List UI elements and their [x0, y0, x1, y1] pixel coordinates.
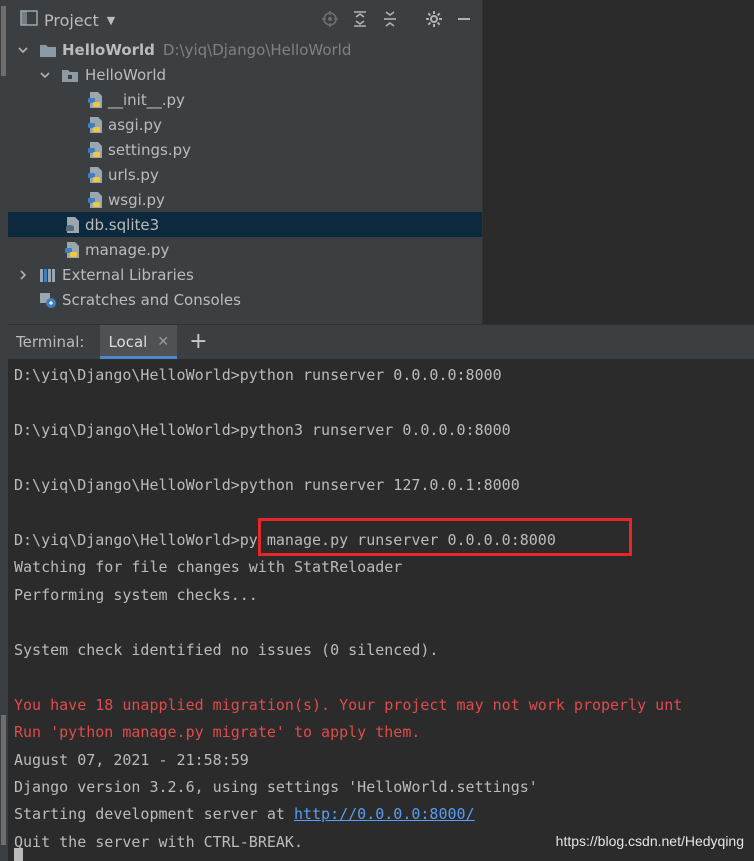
tree-item-scratches[interactable]: Scratches and Consoles: [8, 287, 482, 312]
chevron-right-icon[interactable]: [17, 269, 29, 281]
server-url-link[interactable]: http://0.0.0.0:8000/: [294, 805, 475, 823]
tree-item-label: asgi.py: [108, 115, 162, 134]
python-file-icon: [87, 91, 105, 109]
project-tree: HelloWorld D:\yiq\Django\HelloWorld Hello…: [8, 37, 482, 312]
expand-all-icon[interactable]: [350, 8, 370, 30]
tree-item-file[interactable]: settings.py: [8, 137, 482, 162]
library-icon: [39, 266, 57, 284]
watermark: https://blog.csdn.net/Hedyqing: [555, 833, 744, 849]
python-file-icon: [64, 241, 82, 259]
terminal-line-text: Starting development server at: [14, 805, 294, 823]
terminal-warning-line: You have 18 unapplied migration(s). Your…: [14, 696, 683, 714]
terminal-tab-bar: Terminal: Local ✕ +: [8, 324, 754, 360]
tab-label: Local: [108, 333, 148, 351]
tree-item-file[interactable]: manage.py: [8, 237, 482, 262]
tree-item-label: settings.py: [108, 140, 191, 159]
chevron-down-icon[interactable]: [39, 69, 51, 81]
tree-item-external-libraries[interactable]: External Libraries: [8, 262, 482, 287]
tree-item-label: manage.py: [85, 240, 170, 259]
strip-tab-mark[interactable]: [1, 6, 6, 76]
scratches-icon: [39, 291, 57, 309]
terminal-line: Quit the server with CTRL-BREAK.: [14, 833, 303, 851]
project-view-selector[interactable]: Project ▼: [20, 10, 115, 30]
package-folder-icon: [61, 66, 79, 84]
chevron-down-icon: ▼: [106, 13, 116, 27]
tree-item-label: wsgi.py: [108, 190, 165, 209]
terminal-line: System check identified no issues (0 sil…: [14, 641, 439, 659]
tree-item-file[interactable]: asgi.py: [8, 112, 482, 137]
tree-item-label: urls.py: [108, 165, 159, 184]
divider: [410, 8, 414, 30]
terminal-output[interactable]: D:\yiq\Django\HelloWorld>python runserve…: [8, 359, 754, 861]
terminal-line: August 07, 2021 - 21:58:59: [14, 751, 249, 769]
tree-item-file[interactable]: __init__.py: [8, 87, 482, 112]
tree-item-file[interactable]: wsgi.py: [8, 187, 482, 212]
database-file-icon: [64, 216, 82, 234]
terminal-line: D:\yiq\Django\HelloWorld>py manage.py ru…: [14, 531, 556, 549]
project-path: D:\yiq\Django\HelloWorld: [162, 40, 352, 59]
tree-item-label: Scratches and Consoles: [62, 290, 241, 309]
tab-local[interactable]: Local ✕: [100, 325, 178, 359]
tree-item-file[interactable]: urls.py: [8, 162, 482, 187]
tree-item-label: External Libraries: [62, 265, 194, 284]
folder-icon: [39, 41, 57, 59]
collapse-all-icon[interactable]: [380, 8, 400, 30]
project-panel: Project ▼ HelloWorld D:\yiq\Django\Hello…: [8, 0, 482, 324]
gear-icon[interactable]: [424, 8, 444, 30]
terminal-line: Starting development server at http://0.…: [14, 805, 475, 823]
tree-item-root[interactable]: HelloWorld D:\yiq\Django\HelloWorld: [8, 37, 482, 62]
terminal-label: Terminal:: [16, 333, 85, 351]
editor-area: [482, 0, 754, 324]
tree-item-file-selected[interactable]: db.sqlite3: [8, 212, 482, 237]
tree-item-label: __init__.py: [108, 90, 185, 109]
strip-tab-mark[interactable]: [1, 715, 6, 845]
project-header: Project ▼: [8, 0, 482, 40]
terminal-line: Performing system checks...: [14, 586, 258, 604]
python-file-icon: [87, 166, 105, 184]
terminal-cursor: [14, 848, 23, 861]
add-tab-button[interactable]: +: [189, 331, 207, 353]
locate-icon[interactable]: [320, 8, 340, 30]
project-title: Project: [44, 10, 99, 30]
close-icon[interactable]: ✕: [157, 334, 169, 350]
tree-item-label: HelloWorld: [62, 40, 155, 59]
python-file-icon: [87, 141, 105, 159]
terminal-line: Watching for file changes with StatReloa…: [14, 558, 403, 576]
terminal-warning-line: Run 'python manage.py migrate' to apply …: [14, 723, 421, 741]
project-window-icon: [20, 10, 38, 30]
hide-panel-icon[interactable]: [454, 8, 474, 30]
terminal-line: D:\yiq\Django\HelloWorld>python runserve…: [14, 476, 520, 494]
terminal-line: D:\yiq\Django\HelloWorld>python runserve…: [14, 366, 502, 384]
tree-item-package[interactable]: HelloWorld: [8, 62, 482, 87]
terminal-line: Django version 3.2.6, using settings 'He…: [14, 778, 538, 796]
chevron-down-icon[interactable]: [17, 44, 29, 56]
python-file-icon: [87, 116, 105, 134]
tree-item-label: HelloWorld: [85, 65, 167, 84]
python-file-icon: [87, 191, 105, 209]
terminal-line: D:\yiq\Django\HelloWorld>python3 runserv…: [14, 421, 511, 439]
tree-item-label: db.sqlite3: [85, 215, 160, 234]
